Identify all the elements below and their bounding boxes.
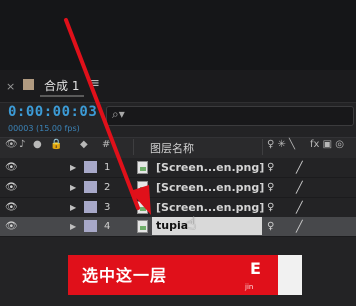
logo-white-patch bbox=[278, 255, 302, 295]
caption-text: 选中这一层 bbox=[82, 266, 168, 285]
logo-subtext: jin bbox=[245, 283, 254, 291]
logo-text: E bbox=[250, 259, 261, 278]
